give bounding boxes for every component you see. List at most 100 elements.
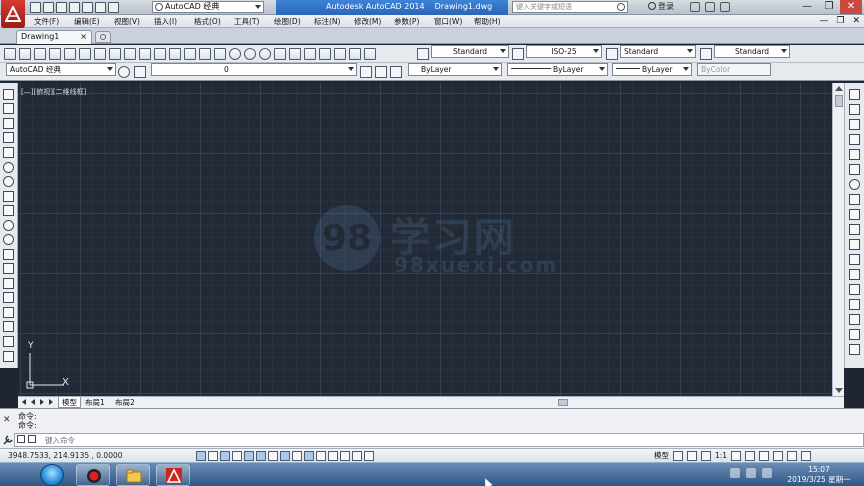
save-icon[interactable] <box>56 2 67 13</box>
quick-properties-toggle[interactable] <box>340 451 350 461</box>
move-icon[interactable] <box>849 164 860 175</box>
dim-style-dropdown[interactable]: ISO-25 <box>526 45 602 58</box>
taskbar-recorder[interactable] <box>76 464 110 486</box>
transparency-toggle[interactable] <box>328 451 338 461</box>
polyline-icon[interactable] <box>3 118 14 129</box>
last-layout-icon[interactable] <box>48 399 55 406</box>
table-style-dropdown[interactable]: Standard <box>620 45 696 58</box>
infer-constraints-toggle[interactable] <box>196 451 206 461</box>
ellipse-arc-icon[interactable] <box>3 234 14 245</box>
new-file-icon[interactable] <box>30 2 41 13</box>
tab-layout1[interactable]: 布局1 <box>82 397 108 408</box>
exchange-icon[interactable] <box>690 2 700 12</box>
taskbar-clock[interactable]: 15:07 2019/3/25 星期一 <box>776 465 862 485</box>
table-style-icon[interactable] <box>606 48 618 60</box>
insert-block-icon[interactable] <box>3 249 14 260</box>
tray-flag-icon[interactable] <box>730 468 740 478</box>
point-icon[interactable] <box>3 278 14 289</box>
break-icon[interactable] <box>849 269 860 280</box>
properties-icon[interactable] <box>274 48 286 60</box>
circle-icon[interactable] <box>3 176 14 187</box>
array-icon[interactable] <box>849 149 860 160</box>
color-dropdown[interactable]: ByLayer <box>408 63 502 76</box>
doc-close-button[interactable]: ✕ <box>852 16 860 27</box>
layer-states-icon[interactable] <box>390 66 402 78</box>
scroll-thumb[interactable] <box>835 95 843 107</box>
dynamic-input-toggle[interactable] <box>304 451 314 461</box>
menu-tools[interactable]: 工具(T) <box>234 15 274 28</box>
close-button[interactable]: ✕ <box>840 0 862 14</box>
viewport-controls[interactable]: [—][俯视][二维线框] <box>21 87 86 97</box>
application-menu-button[interactable] <box>1 0 25 28</box>
workspace-switching-icon[interactable] <box>745 450 756 461</box>
text-style-icon[interactable] <box>417 48 429 60</box>
block-editor-icon[interactable] <box>169 48 181 60</box>
3d-dwf-icon[interactable] <box>94 48 106 60</box>
workspace-dropdown[interactable]: AutoCAD 经典 <box>152 1 264 13</box>
multiline-text-icon[interactable] <box>3 351 14 362</box>
trim-icon[interactable] <box>849 224 860 235</box>
quick-view-drawings-icon[interactable] <box>687 450 697 461</box>
plot-icon[interactable] <box>49 48 61 60</box>
qnew-icon[interactable] <box>4 48 16 60</box>
cut-icon[interactable] <box>109 48 121 60</box>
stretch-icon[interactable] <box>849 209 860 220</box>
ellipse-icon[interactable] <box>3 220 14 231</box>
menu-insert[interactable]: 插入(I) <box>154 15 194 28</box>
tab-layout2[interactable]: 布局2 <box>112 397 138 408</box>
line-tool-icon[interactable] <box>3 89 14 100</box>
workspace-dropdown-2[interactable]: AutoCAD 经典 <box>6 63 116 76</box>
model-space-label[interactable]: 模型 <box>654 450 669 461</box>
menu-modify[interactable]: 修改(M) <box>354 15 394 28</box>
mirror-icon[interactable] <box>849 119 860 130</box>
annotation-scale-icon[interactable] <box>701 450 711 461</box>
copy-icon[interactable] <box>124 48 136 60</box>
arc-icon[interactable] <box>3 162 14 173</box>
zoom-realtime-icon[interactable] <box>229 48 241 60</box>
scale-icon[interactable] <box>849 194 860 205</box>
menu-window[interactable]: 窗口(W) <box>434 15 474 28</box>
menu-parametric[interactable]: 参数(P) <box>394 15 434 28</box>
command-input[interactable] <box>45 434 445 446</box>
coordinates-readout[interactable]: 3948.7533, 214.9135 , 0.0000 <box>8 451 123 461</box>
lineweight-toggle[interactable] <box>316 451 326 461</box>
restore-button[interactable]: ❐ <box>818 0 840 14</box>
prev-layout-icon[interactable] <box>30 399 37 406</box>
dim-style-icon[interactable] <box>512 48 524 60</box>
tab-drawing1[interactable]: Drawing1 × <box>16 30 92 44</box>
command-close-icon[interactable]: ✕ <box>3 415 11 425</box>
taskbar-autocad[interactable] <box>156 464 190 486</box>
tool-palettes-icon[interactable] <box>304 48 316 60</box>
menu-draw[interactable]: 绘图(D) <box>274 15 314 28</box>
join-icon[interactable] <box>849 284 860 295</box>
rectangle-icon[interactable] <box>3 147 14 158</box>
drawing-area[interactable]: [—][俯视][二维线框] 98 学习网 98xuexi.com Y X <box>18 83 832 396</box>
tray-record-icon[interactable] <box>746 468 756 478</box>
clean-screen-icon[interactable] <box>801 450 812 461</box>
menu-edit[interactable]: 编辑(E) <box>74 15 114 28</box>
login-button[interactable]: 登录 <box>648 1 674 13</box>
layer-properties-icon[interactable] <box>134 66 146 78</box>
help-icon[interactable] <box>720 2 730 12</box>
quickcalc-icon[interactable] <box>349 48 361 60</box>
design-center-icon[interactable] <box>289 48 301 60</box>
binoculars-icon[interactable] <box>617 3 625 11</box>
undo-icon[interactable] <box>184 48 196 60</box>
open-file-icon[interactable] <box>43 2 54 13</box>
zoom-window-icon[interactable] <box>244 48 256 60</box>
save-as-icon[interactable] <box>69 2 80 13</box>
chamfer-icon[interactable] <box>849 299 860 310</box>
help-icon[interactable] <box>364 48 376 60</box>
fillet-icon[interactable] <box>849 314 860 325</box>
layer-dropdown[interactable]: 0 <box>151 63 357 76</box>
workspace-settings-icon[interactable] <box>118 66 130 78</box>
region-icon[interactable] <box>3 321 14 332</box>
paste-icon[interactable] <box>139 48 151 60</box>
make-block-icon[interactable] <box>3 263 14 274</box>
offset-icon[interactable] <box>849 134 860 145</box>
3d-object-snap-toggle[interactable] <box>268 451 278 461</box>
next-layout-icon[interactable] <box>39 399 46 406</box>
redo-icon[interactable] <box>199 48 211 60</box>
break-at-point-icon[interactable] <box>849 254 860 265</box>
menu-dimension[interactable]: 标注(N) <box>314 15 354 28</box>
